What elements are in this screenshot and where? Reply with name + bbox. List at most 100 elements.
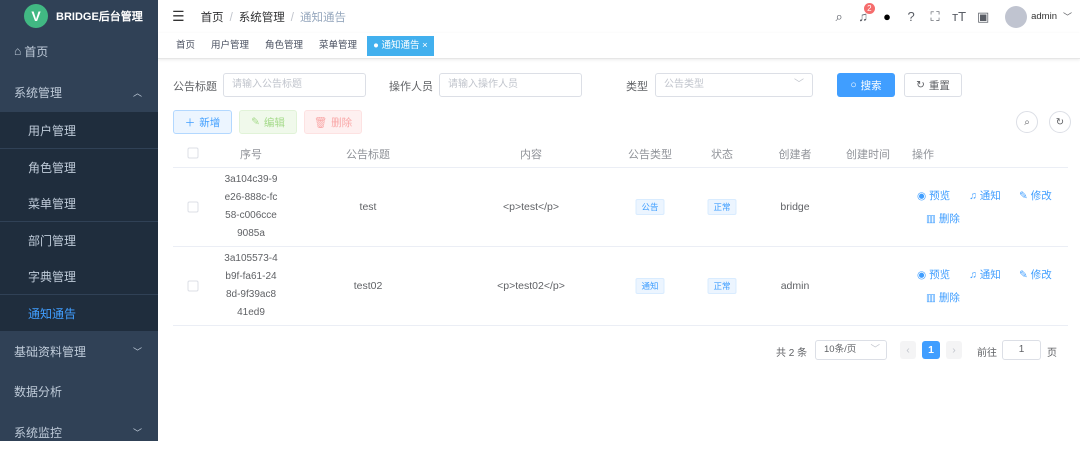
refresh-button[interactable]: ↻ bbox=[1049, 111, 1071, 133]
page-suffix: 页 bbox=[1047, 348, 1057, 359]
header-created: 创建时间 bbox=[846, 149, 890, 161]
goto-label: 前往 bbox=[977, 348, 997, 359]
page-size-select[interactable]: 10条/页 ﹀ bbox=[815, 340, 887, 360]
sidebar-item-dict[interactable]: 字典管理 bbox=[0, 258, 158, 294]
hamburger-icon[interactable]: ☰ bbox=[172, 8, 185, 25]
divider bbox=[173, 246, 1068, 247]
edit-icon: ✎ bbox=[1019, 190, 1031, 202]
header-type: 公告类型 bbox=[628, 149, 672, 161]
help-icon[interactable]: ? bbox=[899, 9, 923, 24]
header-content: 内容 bbox=[520, 149, 542, 161]
edit-link[interactable]: ✎ 修改 bbox=[1019, 267, 1052, 282]
row-checkbox[interactable] bbox=[187, 280, 199, 292]
chevron-down-icon[interactable]: ﹀ bbox=[1063, 10, 1072, 23]
type-select[interactable]: 公告类型 ﹀ bbox=[655, 73, 813, 97]
notify-link[interactable]: ♫ 通知 bbox=[969, 188, 1001, 203]
logo-icon: V bbox=[24, 4, 48, 28]
sidebar-item-analytics[interactable]: 数据分析 bbox=[0, 373, 158, 409]
operator-input[interactable]: 请输入操作人员 bbox=[439, 73, 582, 97]
label: 删除 bbox=[938, 292, 960, 304]
trash-icon: ▥ bbox=[926, 292, 939, 304]
edit-button[interactable]: ✎ 编辑 bbox=[239, 110, 297, 134]
label: 系统监控 bbox=[14, 425, 63, 440]
breadcrumb-system[interactable]: 系统管理 bbox=[239, 12, 285, 24]
sidebar-item-menus[interactable]: 菜单管理 bbox=[0, 185, 158, 221]
label: 通知通告 bbox=[28, 306, 77, 321]
delete-link[interactable]: ▥ 删除 bbox=[926, 290, 960, 305]
sidebar-item-system[interactable]: 系统管理 ︿ bbox=[0, 74, 158, 110]
tag-notice[interactable]: ● 通知通告 × bbox=[367, 35, 434, 56]
bell-icon: ♫ bbox=[969, 269, 980, 281]
bell-icon: ♫ bbox=[969, 190, 980, 202]
cell-creator: bridge bbox=[780, 201, 810, 213]
placeholder: 公告类型 bbox=[664, 79, 704, 90]
reset-button[interactable]: ↻ 重置 bbox=[904, 73, 962, 97]
type-tag: 公告 bbox=[635, 199, 665, 215]
chevron-down-icon: ﹀ bbox=[132, 427, 142, 438]
select-all-checkbox[interactable] bbox=[187, 147, 199, 159]
label: 修改 bbox=[1030, 269, 1052, 281]
delete-button[interactable]: 🗑 删除 bbox=[304, 110, 362, 134]
sidebar-item-users[interactable]: 用户管理 bbox=[0, 112, 158, 148]
breadcrumb-home[interactable]: 首页 bbox=[201, 12, 224, 24]
cell-content: <p>test02</p> bbox=[497, 280, 565, 292]
app-title: BRIDGE后台管理 bbox=[56, 11, 143, 23]
close-icon[interactable]: × bbox=[422, 40, 428, 51]
label: 菜单管理 bbox=[28, 196, 77, 211]
layout-icon[interactable]: ▣ bbox=[971, 9, 995, 25]
search-icon[interactable]: ⌕ bbox=[827, 9, 851, 25]
add-button[interactable]: ＋新增 bbox=[173, 110, 232, 134]
label: 编辑 bbox=[263, 116, 285, 129]
search-button[interactable]: ○ 搜索 bbox=[837, 73, 895, 97]
sidebar-item-basic-data[interactable]: 基础资料管理 ﹀ bbox=[0, 333, 158, 369]
preview-link[interactable]: ◉ 预览 bbox=[917, 188, 950, 203]
chevron-down-icon: ﹀ bbox=[870, 344, 880, 355]
chevron-down-icon: ﹀ bbox=[794, 79, 804, 90]
chevron-down-icon: ﹀ bbox=[132, 346, 142, 357]
fullscreen-icon[interactable]: ⛶ bbox=[923, 9, 947, 25]
delete-link[interactable]: ▥ 删除 bbox=[926, 211, 960, 226]
notify-link[interactable]: ♫ 通知 bbox=[969, 267, 1001, 282]
tag-home[interactable]: 首页 bbox=[170, 36, 201, 56]
label: 通知 bbox=[979, 190, 1001, 202]
header-creator: 创建者 bbox=[778, 149, 812, 161]
font-size-icon[interactable]: тT bbox=[947, 9, 971, 24]
next-page-button[interactable]: › bbox=[946, 341, 962, 359]
toggle-search-button[interactable]: ⌕ bbox=[1016, 111, 1038, 133]
logo[interactable]: V BRIDGE后台管理 bbox=[0, 0, 158, 32]
cell-id: 3a105573-4 b9f-fa61-24 8d-9f39ac8 41ed9 bbox=[224, 253, 278, 318]
sidebar: V BRIDGE后台管理 ⌂ 首页 系统管理 ︿ 用户管理 角色管理 菜单管理 部门管… bbox=[0, 0, 158, 441]
tag-menus[interactable]: 菜单管理 bbox=[313, 36, 363, 56]
prev-page-button[interactable]: ‹ bbox=[900, 341, 916, 359]
sidebar-item-depts[interactable]: 部门管理 bbox=[0, 222, 158, 258]
operator-label: 操作人员 bbox=[389, 81, 433, 93]
status-tag: 正常 bbox=[707, 199, 737, 215]
username[interactable]: admin bbox=[1031, 11, 1057, 22]
label: 系统管理 bbox=[14, 85, 63, 100]
bell-icon[interactable]: ♫ 2 bbox=[851, 3, 875, 24]
sidebar-item-roles[interactable]: 角色管理 bbox=[0, 149, 158, 185]
github-icon[interactable]: ● bbox=[875, 9, 899, 24]
label: 字典管理 bbox=[28, 269, 77, 284]
preview-link[interactable]: ◉ 预览 bbox=[917, 267, 950, 282]
cell-id: 3a104c39-9 e26-888c-fc 58-c006cce 9085a bbox=[224, 174, 278, 239]
search-icon: ○ bbox=[850, 79, 857, 91]
goto-page-input[interactable]: 1 bbox=[1002, 340, 1041, 360]
cell-title: test bbox=[359, 201, 377, 213]
edit-link[interactable]: ✎ 修改 bbox=[1019, 188, 1052, 203]
header-actions: 操作 bbox=[912, 149, 934, 161]
tags-view: 首页 用户管理 角色管理 菜单管理 ● 通知通告 × bbox=[158, 33, 1080, 59]
label: 基础资料管理 bbox=[14, 344, 87, 359]
type-label: 类型 bbox=[626, 81, 648, 93]
tag-roles[interactable]: 角色管理 bbox=[259, 36, 309, 56]
row-checkbox[interactable] bbox=[187, 201, 199, 213]
sidebar-item-monitor[interactable]: 系统监控 ﹀ bbox=[0, 414, 158, 450]
page-1-button[interactable]: 1 bbox=[922, 341, 940, 359]
avatar[interactable] bbox=[1005, 5, 1028, 28]
sidebar-item-home[interactable]: ⌂ 首页 bbox=[0, 33, 158, 69]
edit-icon: ✎ bbox=[251, 116, 260, 128]
tag-users[interactable]: 用户管理 bbox=[205, 36, 255, 56]
title-input[interactable]: 请输入公告标题 bbox=[223, 73, 366, 97]
pagination-total: 共 2 条 bbox=[776, 348, 808, 359]
sidebar-item-notice[interactable]: 通知通告 bbox=[0, 295, 158, 331]
